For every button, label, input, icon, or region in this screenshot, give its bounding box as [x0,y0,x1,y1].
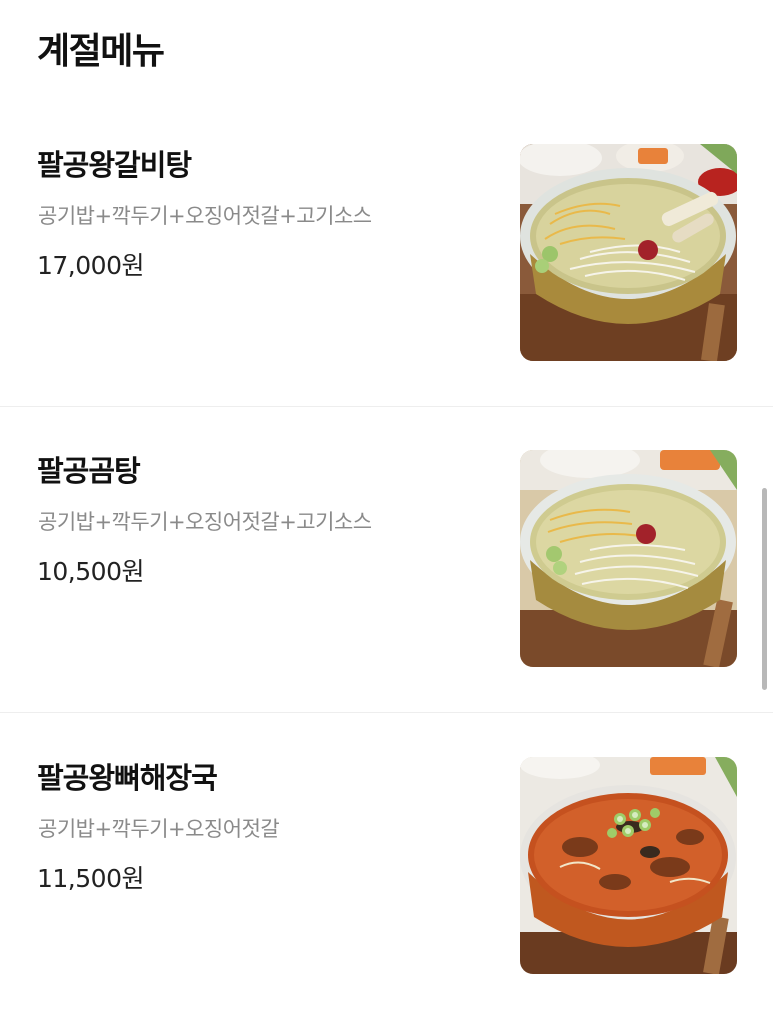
galbitang-photo[interactable] [520,144,737,361]
menu-page: 계절메뉴 팔공왕갈비탕 공기밥+깍두기+오징어젓갈+고기소스 17,000원 팔… [0,0,773,1019]
menu-item-gomtang[interactable]: 팔공곰탕 공기밥+깍두기+오징어젓갈+고기소스 10,500원 [0,408,773,713]
menu-item-description: 공기밥+깍두기+오징어젓갈+고기소스 [38,510,372,534]
gomtang-photo[interactable] [520,450,737,667]
menu-item-galbitang[interactable]: 팔공왕갈비탕 공기밥+깍두기+오징어젓갈+고기소스 17,000원 [0,102,773,407]
menu-item-name: 팔공왕뼈해장국 [37,761,218,795]
haejangguk-photo-image [520,757,737,974]
divider [0,712,773,713]
menu-item-description: 공기밥+깍두기+오징어젓갈 [38,817,280,841]
menu-item-name: 팔공왕갈비탕 [37,148,192,182]
scrollbar-thumb[interactable] [762,488,767,690]
menu-item-price: 10,500원 [37,557,144,586]
section-title: 계절메뉴 [37,31,165,72]
menu-item-description: 공기밥+깍두기+오징어젓갈+고기소스 [38,204,372,228]
menu-item-price: 17,000원 [37,251,144,280]
galbitang-photo-image [520,144,737,361]
haejangguk-photo[interactable] [520,757,737,974]
divider [0,406,773,407]
menu-item-name: 팔공곰탕 [37,454,141,488]
menu-item-price: 11,500원 [37,864,144,893]
gomtang-photo-image [520,450,737,667]
menu-item-haejangguk[interactable]: 팔공왕뼈해장국 공기밥+깍두기+오징어젓갈 11,500원 [0,715,773,1019]
